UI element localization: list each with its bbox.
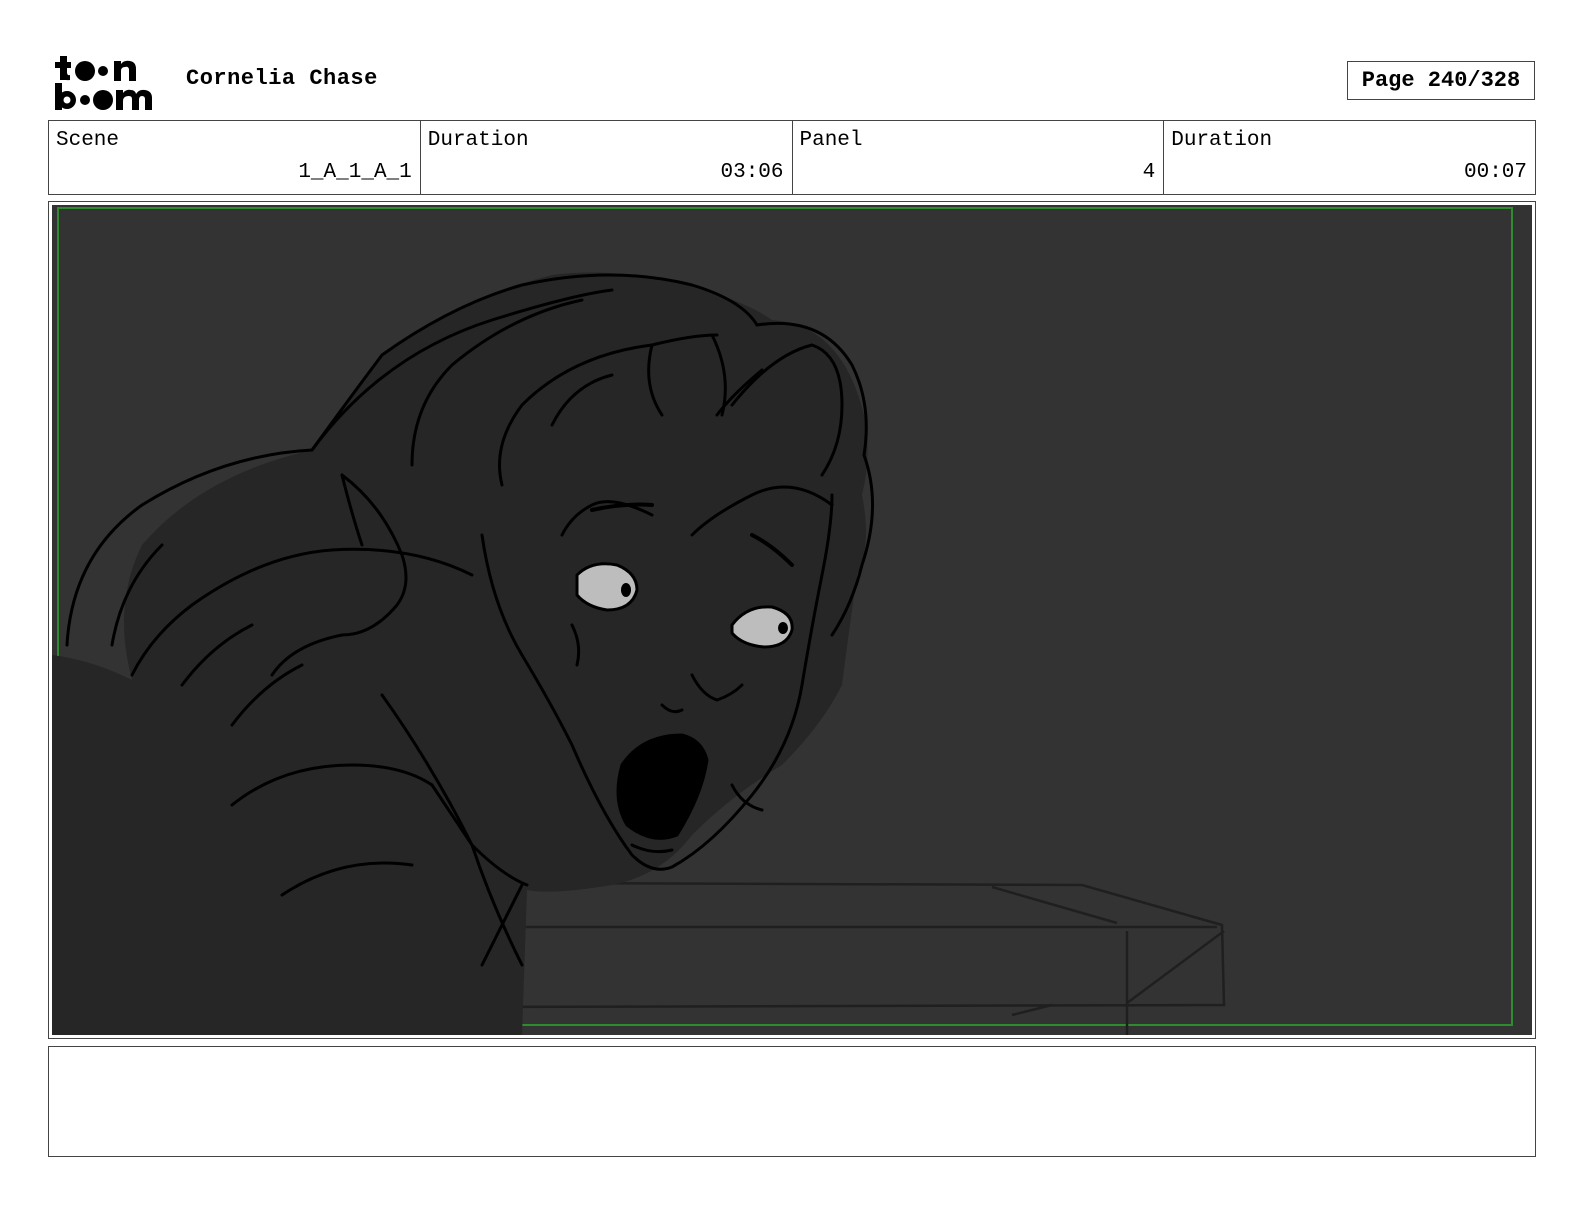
scene-label: Scene	[56, 129, 120, 152]
panel-value: 4	[1142, 161, 1156, 184]
storyboard-panel-drawing	[52, 205, 1532, 1035]
panel-duration-label: Duration	[1171, 129, 1273, 152]
page-label: Page 240/328	[1361, 68, 1521, 93]
scene-info-row: Scene 1_A_1_A_1 Duration 03:06 Panel 4 D…	[48, 120, 1536, 195]
toon-boom-logo	[55, 56, 152, 110]
scene-duration-value: 03:06	[720, 161, 784, 184]
panel-cell: Panel 4	[793, 121, 1165, 194]
scene-cell: Scene 1_A_1_A_1	[49, 121, 421, 194]
panel-duration-cell: Duration 00:07	[1164, 121, 1535, 194]
panel-label: Panel	[799, 129, 863, 152]
panel-duration-value: 00:07	[1463, 161, 1527, 184]
project-title: Cornelia Chase	[186, 66, 378, 91]
scene-duration-cell: Duration 03:06	[421, 121, 793, 194]
page-indicator: Page 240/328	[1347, 61, 1535, 100]
scene-duration-label: Duration	[427, 129, 529, 152]
scene-value: 1_A_1_A_1	[298, 161, 412, 184]
storyboard-panel-frame	[48, 201, 1536, 1039]
panel-notes-box	[48, 1046, 1536, 1157]
